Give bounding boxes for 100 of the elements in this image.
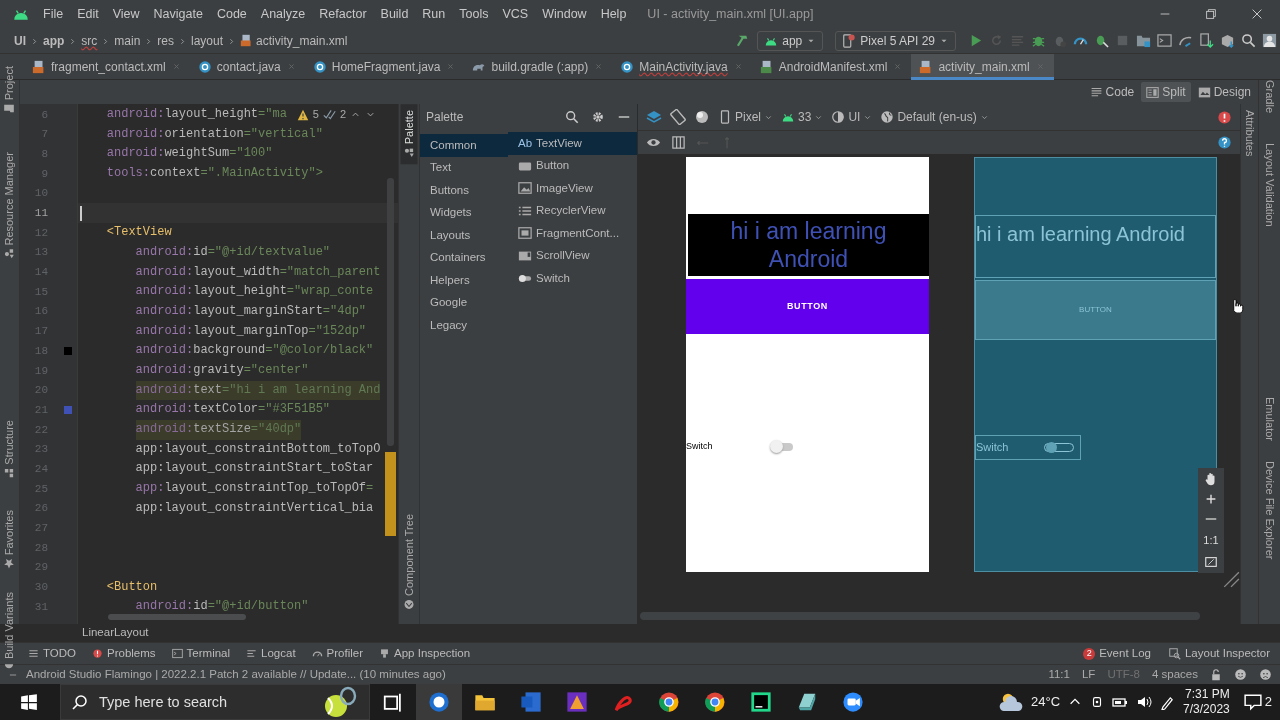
menu-item[interactable]: Window: [535, 4, 594, 24]
editor-tab[interactable]: fragment_contact.xml: [24, 53, 190, 80]
tool-window-button[interactable]: Layout Inspector: [1168, 644, 1270, 663]
tool-window-button[interactable]: Logcat: [246, 644, 296, 663]
tool-window-tab[interactable]: Palette: [400, 104, 418, 165]
tool-window-button[interactable]: App Inspection: [379, 644, 471, 663]
code-line: app:layout_constraintTop_toTopOf=: [135, 480, 374, 498]
device-dropdown[interactable]: Pixel 5 API 29: [835, 30, 956, 51]
menu-item[interactable]: File: [36, 4, 71, 24]
palette-widget[interactable]: Ab TextView: [508, 132, 637, 155]
palette-category[interactable]: Text: [420, 156, 508, 179]
tool-window-button[interactable]: Terminal: [171, 644, 231, 663]
tool-window-tab[interactable]: Favorites: [1, 510, 18, 570]
editor-tab[interactable]: contact.java: [189, 53, 305, 80]
code-line: app:layout_constraintStart_toStar: [135, 460, 374, 478]
tool-window-tab[interactable]: Project: [1, 66, 18, 115]
line-separator[interactable]: LF: [1081, 665, 1096, 684]
preview-button[interactable]: BUTTON: [686, 279, 929, 334]
status-message: Android Studio Flamingo | 2022.2.1 Patch 2 available // Update... (10 minutes ago): [26, 666, 446, 682]
breadcrumb-item[interactable]: main: [114, 31, 141, 50]
code-line: android:orientation="vertical": [106, 125, 323, 143]
tool-window-button[interactable]: 2 Event Log: [1083, 644, 1151, 663]
caret-position[interactable]: 11:1: [1048, 665, 1070, 684]
palette-category[interactable]: Layouts: [420, 224, 508, 247]
menu-item[interactable]: Tools: [452, 4, 496, 24]
menu-item[interactable]: Help: [593, 4, 634, 24]
palette-category[interactable]: Containers: [420, 246, 508, 269]
actual-size-button[interactable]: 1:1: [1203, 532, 1219, 549]
palette-widget[interactable]: Switch: [508, 267, 637, 290]
code-line: <TextView: [106, 224, 172, 242]
view-mode-button[interactable]: Design: [1192, 82, 1256, 102]
switch-label: Switch: [686, 440, 713, 453]
code-line: android:layout_height="ma: [106, 106, 287, 123]
view-mode-button[interactable]: Split: [1141, 82, 1191, 102]
editor-tab[interactable]: activity_main.xml: [911, 53, 1054, 80]
editor-tab[interactable]: HomeFragment.java: [304, 53, 465, 80]
notification-count: 2: [1083, 647, 1096, 660]
code-line: app:layout_constraintBottom_toTopO: [135, 440, 381, 458]
api-dropdown[interactable]: 33: [781, 108, 824, 126]
menu-item[interactable]: View: [105, 4, 147, 24]
tool-window-button[interactable]: TODO: [28, 644, 76, 663]
menu-item[interactable]: Code: [209, 4, 254, 24]
editor-tab[interactable]: build.gradle (:app): [464, 53, 613, 80]
menu-item[interactable]: Analyze: [253, 4, 313, 24]
menu-item[interactable]: Edit: [70, 4, 106, 24]
clock-date[interactable]: 7/3/2023: [1183, 702, 1230, 717]
palette-category[interactable]: Buttons: [420, 179, 508, 202]
breadcrumb-item[interactable]: layout: [191, 31, 224, 50]
clock-time[interactable]: 7:31 PM: [1185, 687, 1230, 702]
breadcrumb-item[interactable]: UI: [14, 31, 26, 50]
tool-window-tab[interactable]: Emulator: [1261, 396, 1278, 441]
tool-window-tab[interactable]: Attributes: [1241, 110, 1258, 157]
code-line: <Button: [106, 578, 158, 596]
search-field[interactable]: Type here to search: [60, 684, 370, 720]
breadcrumb-item[interactable]: app: [43, 31, 65, 50]
palette-category[interactable]: Helpers: [420, 269, 508, 292]
palette-category[interactable]: Google: [420, 291, 508, 314]
menu-item[interactable]: Build: [373, 4, 416, 24]
breadcrumb-item[interactable]: src: [81, 31, 98, 50]
menu-item[interactable]: Run: [415, 4, 453, 24]
breadcrumb-item[interactable]: LinearLayout: [82, 624, 149, 642]
theme-dropdown[interactable]: UI: [831, 108, 873, 126]
code-line: tools:context=".MainActivity">: [106, 165, 323, 183]
tool-window-button[interactable]: Problems: [92, 644, 156, 663]
menu-item[interactable]: Refactor: [312, 4, 374, 24]
indent-setting[interactable]: 4 spaces: [1151, 665, 1198, 684]
palette-widget[interactable]: ScrollView: [508, 244, 637, 267]
temperature[interactable]: 24°C: [1031, 692, 1061, 712]
menu-item[interactable]: Navigate: [146, 4, 210, 24]
palette-widget[interactable]: ImageView: [508, 177, 637, 200]
code-line: android:weightSum="100": [106, 145, 273, 163]
tool-window-tab[interactable]: Gradle: [1261, 80, 1278, 114]
breadcrumb-item[interactable]: res: [157, 31, 175, 50]
editor-tab[interactable]: MainActivity.java: [612, 53, 752, 80]
tool-window-tab[interactable]: Build Variants: [1, 591, 18, 673]
tool-window-tab[interactable]: Device File Explorer: [1261, 460, 1278, 560]
code-line: android:layout_height="wrap_conte: [135, 283, 374, 301]
tool-window-button[interactable]: Profiler: [311, 644, 364, 663]
palette-category[interactable]: Widgets: [420, 201, 508, 224]
locale-dropdown[interactable]: Default (en-us): [880, 108, 989, 126]
palette-category[interactable]: Legacy: [420, 314, 508, 337]
palette-widget[interactable]: FragmentCont...: [508, 222, 637, 245]
code-line: android:layout_width="match_parent: [135, 263, 381, 281]
code-line: app:layout_constraintVertical_bia: [135, 499, 374, 517]
palette-widget[interactable]: RecyclerView: [508, 199, 637, 222]
palette-category[interactable]: Common: [420, 134, 508, 157]
palette-widget[interactable]: Button: [508, 154, 637, 177]
menu-item[interactable]: VCS: [495, 4, 536, 24]
view-mode-button[interactable]: Code: [1084, 82, 1140, 102]
text-icon: Ab: [518, 134, 533, 152]
breadcrumb-item[interactable]: activity_main.xml: [256, 31, 348, 50]
tool-window-tab[interactable]: Resource Manager: [1, 152, 18, 260]
tool-window-tab[interactable]: Component Tree: [400, 514, 418, 610]
tool-window-tab[interactable]: Structure: [1, 419, 18, 479]
editor-tab[interactable]: AndroidManifest.xml: [751, 53, 912, 80]
module-dropdown[interactable]: app: [757, 30, 824, 51]
notification-count: 2: [1264, 693, 1272, 712]
code-line: android:layout_marginStart="4dp": [135, 302, 367, 320]
tool-window-tab[interactable]: Layout Validation: [1261, 143, 1278, 227]
device-dropdown[interactable]: Pixel: [718, 108, 773, 126]
